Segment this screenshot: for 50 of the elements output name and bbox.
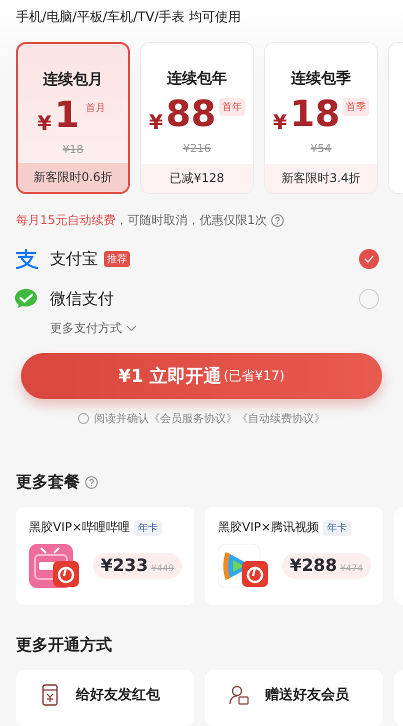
period-tag: 首季: [343, 98, 370, 116]
plan-name: 连续包季: [291, 69, 351, 88]
help-icon[interactable]: [270, 214, 284, 228]
method-card[interactable]: 给好友发红包: [16, 670, 194, 726]
chevron-down-icon: [126, 324, 137, 332]
bundle-title: 黑胶VIP×腾讯视频: [218, 519, 320, 536]
original-price: ¥54: [310, 142, 332, 156]
wechat-pay-icon: [14, 288, 38, 310]
recommend-badge: 推荐: [104, 251, 130, 268]
bundle-card[interactable]: 黑胶VIP×哔哩哔哩 年卡 ¥233 ¥449: [16, 507, 194, 605]
alipay-icon: [14, 249, 38, 270]
original-price: ¥449: [151, 564, 174, 574]
discount-note: 新客限时0.6折: [18, 163, 128, 192]
method-card[interactable]: 赠送好友会员: [205, 670, 383, 726]
payment-radio[interactable]: [359, 249, 379, 270]
section-title: 更多开通方式: [16, 635, 112, 656]
plan-price: 1: [54, 95, 80, 138]
envelope-icon: [40, 684, 60, 706]
plan-price: 88: [166, 94, 216, 136]
bundle-tag: 年卡: [134, 520, 162, 536]
bundle-card[interactable]: 黑胶VIP×腾讯视频 年卡 ¥288 ¥474: [205, 507, 383, 605]
plan-name: 连续包年: [167, 69, 227, 88]
payment-radio[interactable]: [359, 289, 379, 310]
section-title: 更多套餐: [16, 472, 80, 493]
plan-price: 18: [290, 94, 340, 136]
bundle-price: ¥288: [290, 556, 338, 576]
currency-symbol: ¥: [272, 110, 287, 134]
payment-name: 微信支付: [50, 288, 114, 310]
original-price: ¥474: [340, 564, 363, 574]
plan-name: 连续包月: [43, 70, 103, 90]
bundle-price: ¥233: [100, 556, 148, 576]
original-price: ¥216: [183, 142, 211, 156]
pay-button[interactable]: ¥1 立即开通(已省¥17): [21, 353, 382, 399]
discount-note: 已减¥128: [141, 164, 253, 194]
currency-symbol: ¥: [38, 111, 52, 136]
checkmark-icon: [364, 255, 374, 264]
renewal-notice: 每月15元自动续费，可随时取消，优惠仅限1次: [16, 212, 267, 230]
agreement-text: 阅读并确认《会员服务协议》《自动续费协议》: [94, 411, 325, 426]
bundle-tag: 年卡: [323, 520, 352, 536]
payment-name: 支付宝: [50, 248, 98, 270]
agreement-checkbox[interactable]: [78, 413, 89, 424]
period-tag: 首年: [219, 98, 246, 116]
more-payment-link[interactable]: 更多支付方式: [50, 320, 122, 337]
discount-note: 新客限时3.4折: [265, 164, 377, 194]
original-price: ¥18: [62, 143, 84, 156]
person-vip-icon: [229, 684, 249, 706]
bundle-title: 黑胶VIP×哔哩哔哩: [29, 519, 130, 536]
device-compat-text: 手机/电脑/平板/车机/TV/手表 均可使用: [15, 9, 242, 27]
help-icon[interactable]: [85, 476, 98, 489]
currency-symbol: ¥: [148, 110, 163, 134]
